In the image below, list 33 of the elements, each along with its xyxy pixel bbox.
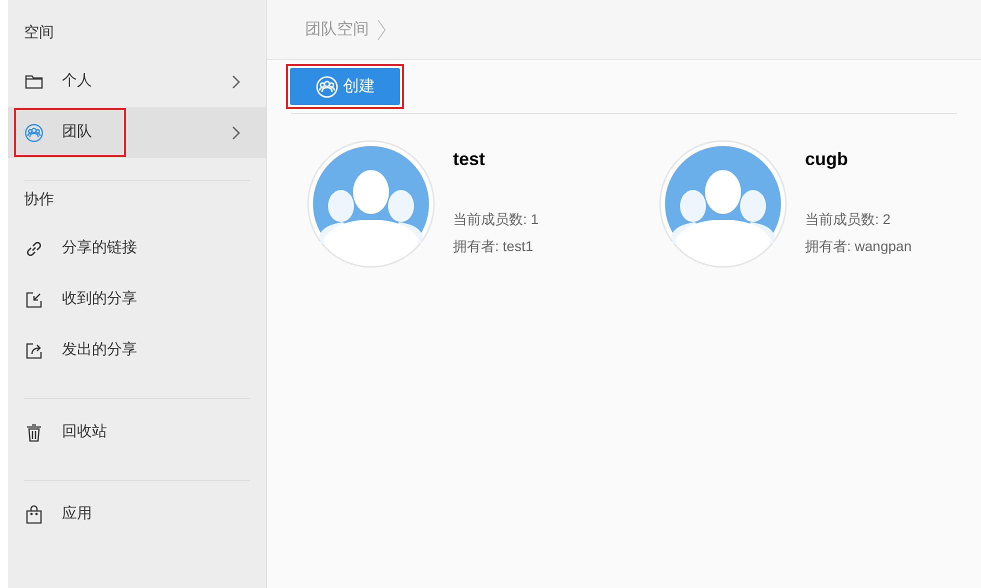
item-label: 团队 [62,122,92,142]
item-label: 发出的分享 [62,340,137,360]
item-label: 收到的分享 [62,289,137,310]
group-add-icon [315,74,339,98]
team-avatar-icon [659,140,787,268]
team-name[interactable]: cugb [805,146,912,173]
sidebar-item[interactable]: 个人 [8,56,266,107]
chevron-right-icon [231,124,241,140]
member-count: 当前成员数: 2 [805,210,892,229]
chevron-right-icon [377,18,386,40]
item-label: 分享的链接 [62,238,137,258]
item-label: 应用 [62,504,92,524]
team-owner: 拥有者: wangpan [805,237,912,256]
chevron-right-icon [231,74,241,90]
trash-icon [24,422,44,442]
inbox-arrow-icon [24,290,44,310]
item-label: 个人 [62,71,92,92]
sidebar-item[interactable]: 回收站 [8,407,266,458]
item-label: 回收站 [62,422,107,442]
sidebar-item[interactable]: 发出的分享 [8,325,266,376]
member-count: 当前成员数: 1 [453,210,539,229]
bag-icon [24,504,44,524]
team-owner: 拥有者: test1 [453,237,534,256]
team-name[interactable]: test [453,146,539,173]
sidebar-item[interactable]: 分享的链接 [8,223,266,274]
sidebar-item[interactable]: 收到的分享 [8,274,266,325]
section-title: 空间 [23,23,55,43]
sidebar-item[interactable]: 应用 [8,489,266,540]
team-avatar-icon [307,140,435,268]
section-title: 协作 [23,190,55,210]
group-icon [24,122,44,142]
sidebar-item[interactable]: 团队 [8,107,266,158]
share-arrow-icon [24,340,44,360]
